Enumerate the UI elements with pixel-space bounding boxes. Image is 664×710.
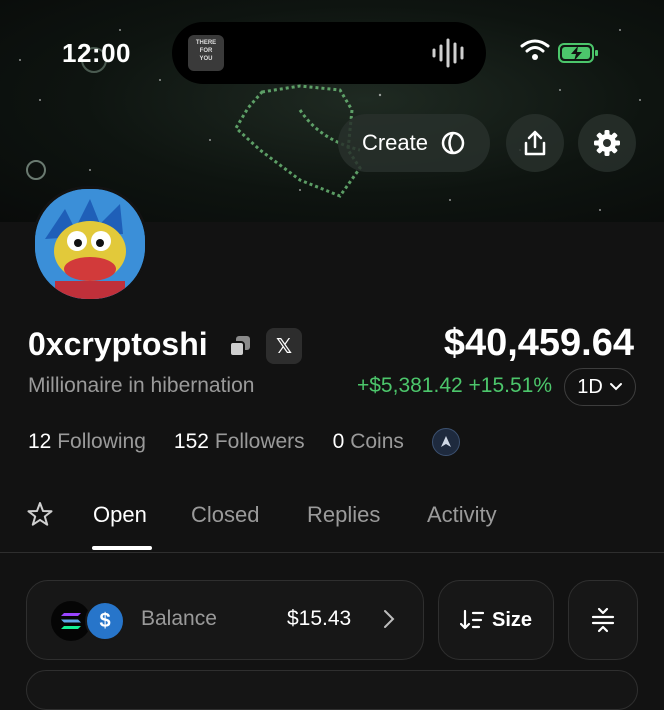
following-label: Following xyxy=(57,430,146,453)
followers-count: 152 xyxy=(173,430,209,453)
following-stat[interactable]: 12 Following xyxy=(28,430,146,454)
dynamic-island[interactable]: THERE FOR YOU xyxy=(172,22,486,84)
sort-icon xyxy=(459,609,484,630)
now-playing-artwork: THERE FOR YOU xyxy=(188,35,224,71)
usdc-icon: $ xyxy=(85,601,125,641)
active-tab-indicator xyxy=(92,546,152,550)
x-profile-link[interactable]: 𝕏 xyxy=(266,328,302,364)
portfolio-change: +$5,381.42 +15.51% xyxy=(356,374,552,397)
coin-badge-icon[interactable] xyxy=(431,428,460,456)
profile-stats: 12 Following 152 Followers 0 Coins xyxy=(28,428,460,456)
period-value: 1D xyxy=(577,375,603,398)
tab-closed[interactable]: Closed xyxy=(191,502,259,528)
rocket-icon xyxy=(440,436,451,447)
status-time: 12:00 xyxy=(62,38,131,68)
tab-replies[interactable]: Replies xyxy=(307,502,380,528)
username: 0xcryptoshi xyxy=(28,326,208,362)
battery-charging-icon xyxy=(558,43,598,63)
create-label: Create xyxy=(361,130,429,155)
position-card[interactable] xyxy=(26,670,638,710)
coins-stat[interactable]: 0 Coins xyxy=(333,430,404,454)
copy-icon[interactable] xyxy=(228,334,252,358)
x-logo-icon: 𝕏 xyxy=(275,335,293,358)
gear-icon xyxy=(594,130,620,156)
tab-open[interactable]: Open xyxy=(93,502,147,528)
settings-button[interactable] xyxy=(578,114,636,172)
coins-label: Coins xyxy=(350,430,404,453)
followers-label: Followers xyxy=(214,430,305,453)
followers-stat[interactable]: 152 Followers xyxy=(174,430,305,454)
audio-wave-icon xyxy=(432,38,464,68)
create-swirl-icon xyxy=(441,131,465,155)
balance-card[interactable]: $ Balance $15.43 xyxy=(26,580,424,660)
sort-label: Size xyxy=(491,608,533,631)
tab-activity[interactable]: Activity xyxy=(427,502,497,528)
bio: Millionaire in hibernation xyxy=(28,374,255,397)
balance-label: Balance xyxy=(141,607,217,630)
sort-button[interactable]: Size xyxy=(438,580,554,660)
share-button[interactable] xyxy=(506,114,564,172)
chevron-down-icon xyxy=(609,383,622,391)
star-icon[interactable] xyxy=(26,500,54,528)
balance-value: $15.43 xyxy=(287,607,352,630)
avatar-image xyxy=(35,189,145,299)
coins-count: 0 xyxy=(332,430,345,453)
wifi-icon xyxy=(520,39,550,60)
following-count: 12 xyxy=(28,430,52,453)
profile-tabs: Open Closed Replies Activity xyxy=(0,490,664,553)
avatar[interactable] xyxy=(32,186,148,302)
collapse-icon xyxy=(591,607,615,633)
chevron-right-icon xyxy=(384,610,395,628)
period-select[interactable]: 1D xyxy=(564,368,636,406)
portfolio-total: $40,459.64 xyxy=(443,322,634,364)
collapse-button[interactable] xyxy=(568,580,638,660)
create-button[interactable]: Create xyxy=(338,114,490,172)
share-icon xyxy=(524,130,546,156)
